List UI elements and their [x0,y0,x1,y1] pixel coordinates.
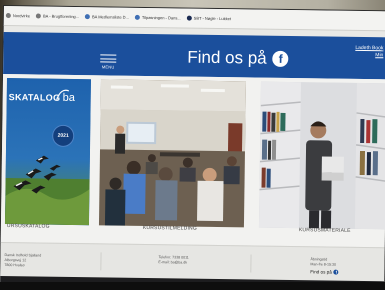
footer-facebook-link[interactable]: Find os på f [310,269,339,275]
bookmark-favicon-icon [134,14,140,20]
login-link[interactable]: Ladeth Book [355,45,383,52]
menu-button[interactable]: MENU [100,54,117,70]
course-material-caption[interactable]: KURSUSMATERIALE [299,227,351,234]
bookmark-label: BA Medlemsliste D... [91,14,129,20]
monitor-screen: Nordvirke BA - Brugtforening... BA Medle… [0,6,385,290]
menu-label: MENU [101,64,115,70]
bookmark-label: SBT - Nøgle - Lukket [193,15,231,22]
find-us-on-facebook-link[interactable]: Find os på f [187,48,289,69]
bookmark-item[interactable]: BA Medlemsliste D... [84,14,129,20]
site-footer: Dansk Indhold Sjalland Alborgsvej 12 780… [0,241,385,282]
bookmark-label: BA - Brugtforening... [42,13,80,20]
ba-logo-text: ba [63,92,76,103]
footer-email[interactable]: E-mail: ba@ba.dk [158,260,188,265]
footer-find-us-text: Find os på [310,269,332,275]
footer-divider [250,254,252,273]
footer-city: 7800 Hvalsø [4,263,25,268]
footer-contact: Telefon: 7338 0011 E-mail: ba@ba.dk [158,255,188,265]
bookmarks-bar: Nordvirke BA - Brugtforening... BA Medle… [3,6,385,32]
bookmark-favicon-icon [5,13,11,19]
content-area: SKATALOG ba 2021 URSUSKATALOG KURSUSTILM… [0,73,385,248]
bookmark-item[interactable]: SBT - Nøgle - Lukket [186,15,231,22]
bookmark-favicon-icon [84,14,91,20]
ba-logo: ba [55,87,79,108]
facebook-icon: f [333,269,339,275]
bookshelf-photo [258,81,385,230]
hamburger-icon [100,54,117,63]
course-catalog-tile[interactable]: SKATALOG ba 2021 [4,78,91,226]
bookmark-label: Nordvirke [12,13,31,19]
footer-hours: Åbningstid Man-fre 8-15:30 Find os på f [310,257,339,275]
monitor-bezel [0,282,385,290]
footer-hours-value: Man-fre 8-15:30 [310,262,337,267]
site-header: MENU Find os på f Ladeth Book Min [3,31,385,80]
facebook-icon: f [272,50,289,67]
course-catalog-caption[interactable]: URSUSKATALOG [7,223,50,230]
bookmark-favicon-icon [35,13,42,19]
bookmark-item[interactable]: BA - Brugtforening... [35,13,80,20]
bookmark-label: Tilpasningen - Dans... [141,14,181,21]
course-material-tile[interactable] [258,81,385,230]
course-registration-tile[interactable] [98,79,246,228]
bookmark-favicon-icon [186,15,192,21]
find-us-text: Find os på [187,47,267,68]
course-registration-caption[interactable]: KURSUSTILMELDING [143,225,197,232]
my-page-link[interactable]: Min [355,52,383,59]
bookmark-item[interactable]: Tilpasningen - Dans... [134,14,181,21]
footer-divider [100,252,102,271]
footer-address: Dansk Indhold Sjalland Alborgsvej 12 780… [4,253,41,269]
bookmark-item[interactable]: Nordvirke [5,13,31,19]
catalog-title: SKATALOG [8,92,61,103]
login-links: Ladeth Book Min [355,45,383,59]
meeting-room-photo [98,79,246,228]
